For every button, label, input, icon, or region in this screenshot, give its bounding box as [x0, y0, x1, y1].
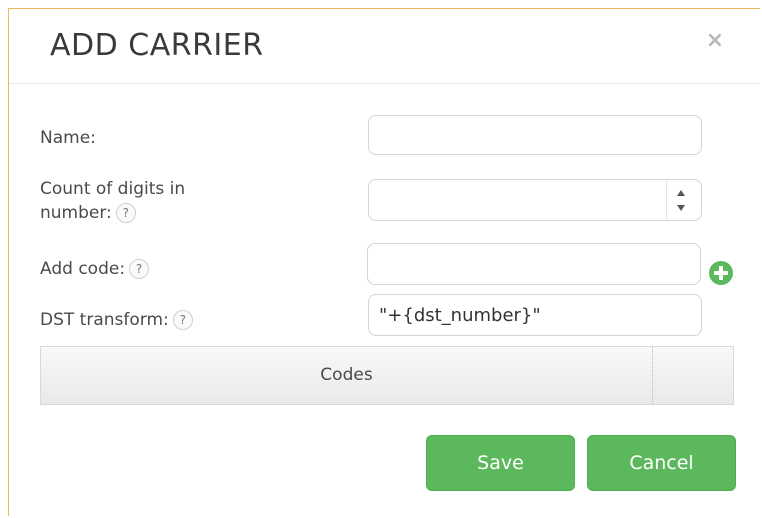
count-digits-label: Count of digits in number:?	[40, 177, 185, 225]
dst-transform-label-wrap: DST transform:?	[40, 308, 193, 332]
save-button[interactable]: Save	[426, 435, 575, 491]
dst-transform-label: DST transform:	[40, 310, 169, 330]
count-digits-label-line2-wrap: number:?	[40, 201, 185, 225]
codes-column-header-actions	[653, 347, 733, 404]
count-digits-label-line1: Count of digits in	[40, 179, 186, 199]
count-digits-spinner	[666, 179, 696, 221]
add-carrier-dialog: ADD CARRIER × Name: Count of digits in n…	[8, 8, 760, 516]
spinner-up-icon[interactable]	[677, 190, 685, 196]
spinner-down-icon[interactable]	[677, 205, 685, 211]
add-code-plus-icon[interactable]	[709, 261, 733, 285]
count-digits-input[interactable]	[368, 179, 702, 221]
dialog-title: ADD CARRIER	[50, 28, 264, 63]
count-digits-help-icon[interactable]: ?	[115, 203, 136, 223]
codes-column-header[interactable]: Codes	[41, 347, 653, 404]
add-code-label: Add code:	[40, 259, 126, 279]
codes-table: Codes	[40, 346, 734, 405]
add-code-label-wrap: Add code:?	[40, 257, 150, 281]
name-label: Name:	[40, 128, 96, 148]
close-icon[interactable]: ×	[703, 29, 727, 53]
dialog-header: ADD CARRIER ×	[9, 9, 760, 84]
name-input[interactable]	[368, 115, 702, 155]
dst-transform-help-icon[interactable]: ?	[172, 310, 193, 330]
cancel-button[interactable]: Cancel	[587, 435, 736, 491]
count-digits-label-line2: number:	[40, 203, 112, 223]
dst-transform-input[interactable]	[368, 294, 702, 336]
add-code-help-icon[interactable]: ?	[129, 259, 150, 279]
add-code-input[interactable]	[367, 243, 701, 285]
